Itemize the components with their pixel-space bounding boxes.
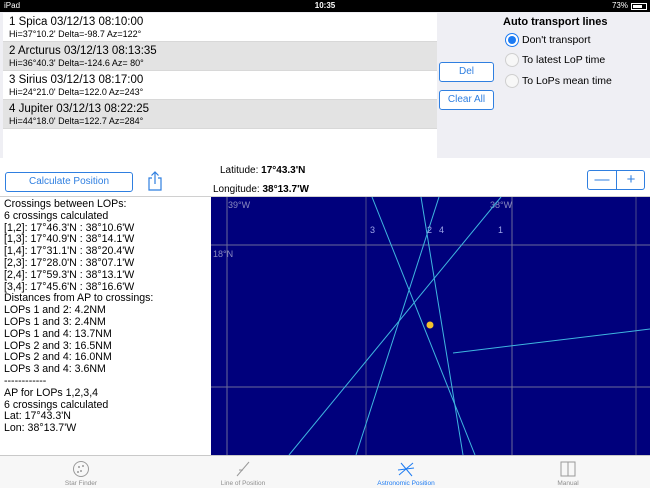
- radio-label: To LoPs mean time: [522, 75, 612, 87]
- lop-line-1: [288, 197, 502, 455]
- lop-details: Hi=44°18.0' Delta=122.7 Az=284°: [9, 116, 144, 126]
- tab-label: Star Finder: [64, 480, 98, 487]
- tab-bar: Star Finder Line of Position Astronomic …: [0, 455, 650, 488]
- tab-label: Manual: [557, 480, 579, 487]
- lop-label: 2: [427, 225, 432, 235]
- lop-label: 4: [439, 225, 444, 235]
- lop-list-item[interactable]: 2 Arcturus 03/12/13 08:13:35 Hi=36°40.3'…: [3, 42, 437, 71]
- plotting-canvas: 39°W 38°W 18°N 3 2 4 1: [211, 197, 650, 455]
- results-line: ------------: [4, 374, 47, 387]
- radio-button[interactable]: [505, 53, 519, 67]
- zoom-out-button[interactable]: —: [588, 171, 616, 189]
- clock: 10:35: [314, 1, 336, 10]
- tab-star-finder[interactable]: Star Finder: [0, 456, 162, 488]
- lop-title: 4 Jupiter 03/12/13 08:22:25: [9, 103, 150, 115]
- results-text: Crossings between LOPs: 6 crossings calcu…: [4, 198, 208, 455]
- results-line: LOPs 1 and 3: 2.4NM: [4, 315, 106, 328]
- book-icon: [558, 460, 578, 478]
- lop-title: 1 Spica 03/12/13 08:10:00: [9, 16, 144, 28]
- lop-details: Hi=36°40.3' Delta=-124.6 Az= 80°: [9, 58, 144, 68]
- status-bar: iPad 10:35 73%: [0, 0, 650, 12]
- clear-all-button[interactable]: Clear All: [439, 90, 494, 110]
- lop-details: Hi=37°10.2' Delta=-98.7 Az=122°: [9, 29, 142, 39]
- lop-details: Hi=24°21.0' Delta=122.0 Az=243°: [9, 87, 144, 97]
- battery-percent: 73%: [611, 1, 628, 10]
- lop-line-azimuth: [452, 328, 650, 354]
- zoom-control: — +: [587, 170, 645, 190]
- radio-label: To latest LoP time: [522, 54, 606, 66]
- star-finder-icon: [71, 460, 91, 478]
- zoom-in-button[interactable]: +: [617, 171, 645, 189]
- share-icon[interactable]: [145, 170, 165, 192]
- calculate-position-button[interactable]: Calculate Position: [5, 172, 133, 192]
- radio-button[interactable]: [505, 74, 519, 88]
- lop-title: 2 Arcturus 03/12/13 08:13:35: [9, 45, 157, 57]
- longitude-readout: Longitude: 38°13.7'W: [213, 184, 309, 195]
- grid-label-lat: 18°N: [213, 249, 233, 259]
- position-dot: [426, 321, 434, 329]
- grid-label-lon-right: 38°W: [490, 200, 513, 210]
- grid-label-lon-left: 39°W: [228, 200, 251, 210]
- astronomic-position-icon: [396, 460, 416, 478]
- tab-manual[interactable]: Manual: [487, 456, 649, 488]
- lop-line-3: [371, 197, 476, 455]
- lop-list-item[interactable]: 4 Jupiter 03/12/13 08:22:25 Hi=44°18.0' …: [3, 100, 437, 129]
- longitude-label: Longitude:: [213, 184, 260, 195]
- tab-label: Line of Position: [220, 480, 266, 487]
- results-line: 6 crossings calculated: [4, 209, 109, 222]
- transport-title: Auto transport lines: [503, 16, 608, 28]
- lop-label: 1: [498, 225, 503, 235]
- results-line: [2,4]: 17°59.3'N : 38°13.1'W: [4, 268, 135, 281]
- battery-level: [633, 5, 642, 8]
- plotting-sheet[interactable]: 39°W 38°W 18°N 3 2 4 1: [211, 197, 650, 455]
- lop-list-item[interactable]: 1 Spica 03/12/13 08:10:00 Hi=37°10.2' De…: [3, 13, 437, 42]
- radio-button[interactable]: [505, 33, 519, 47]
- radio-label: Don't transport: [522, 34, 591, 46]
- tab-astronomic-position[interactable]: Astronomic Position: [325, 456, 487, 488]
- tab-line-of-position[interactable]: Line of Position: [162, 456, 324, 488]
- tab-label: Astronomic Position: [377, 480, 435, 487]
- results-line: LOPs 1 and 4: 13.7NM: [4, 327, 112, 340]
- lop-list-item[interactable]: 3 Sirius 03/12/13 08:17:00 Hi=24°21.0' D…: [3, 71, 437, 100]
- lop-list: 1 Spica 03/12/13 08:10:00 Hi=37°10.2' De…: [3, 13, 437, 158]
- results-line: AP for LOPs 1,2,3,4: [4, 386, 99, 399]
- latitude-value: 17°43.3'N: [261, 165, 306, 176]
- lop-label: 3: [370, 225, 375, 235]
- latitude-readout: Latitude: 17°43.3'N: [220, 165, 305, 176]
- delete-button[interactable]: Del: [439, 62, 494, 82]
- lop-line-4: [355, 197, 440, 455]
- results-line: Lon: 38°13.7'W: [4, 422, 77, 435]
- results-line: [2,3]: 17°28.0'N : 38°07.1'W: [4, 256, 135, 269]
- battery-icon: [631, 3, 647, 10]
- longitude-value: 38°13.7'W: [262, 184, 309, 195]
- lop-title: 3 Sirius 03/12/13 08:17:00: [9, 74, 144, 86]
- line-of-position-icon: [233, 460, 253, 478]
- latitude-label: Latitude:: [220, 165, 259, 176]
